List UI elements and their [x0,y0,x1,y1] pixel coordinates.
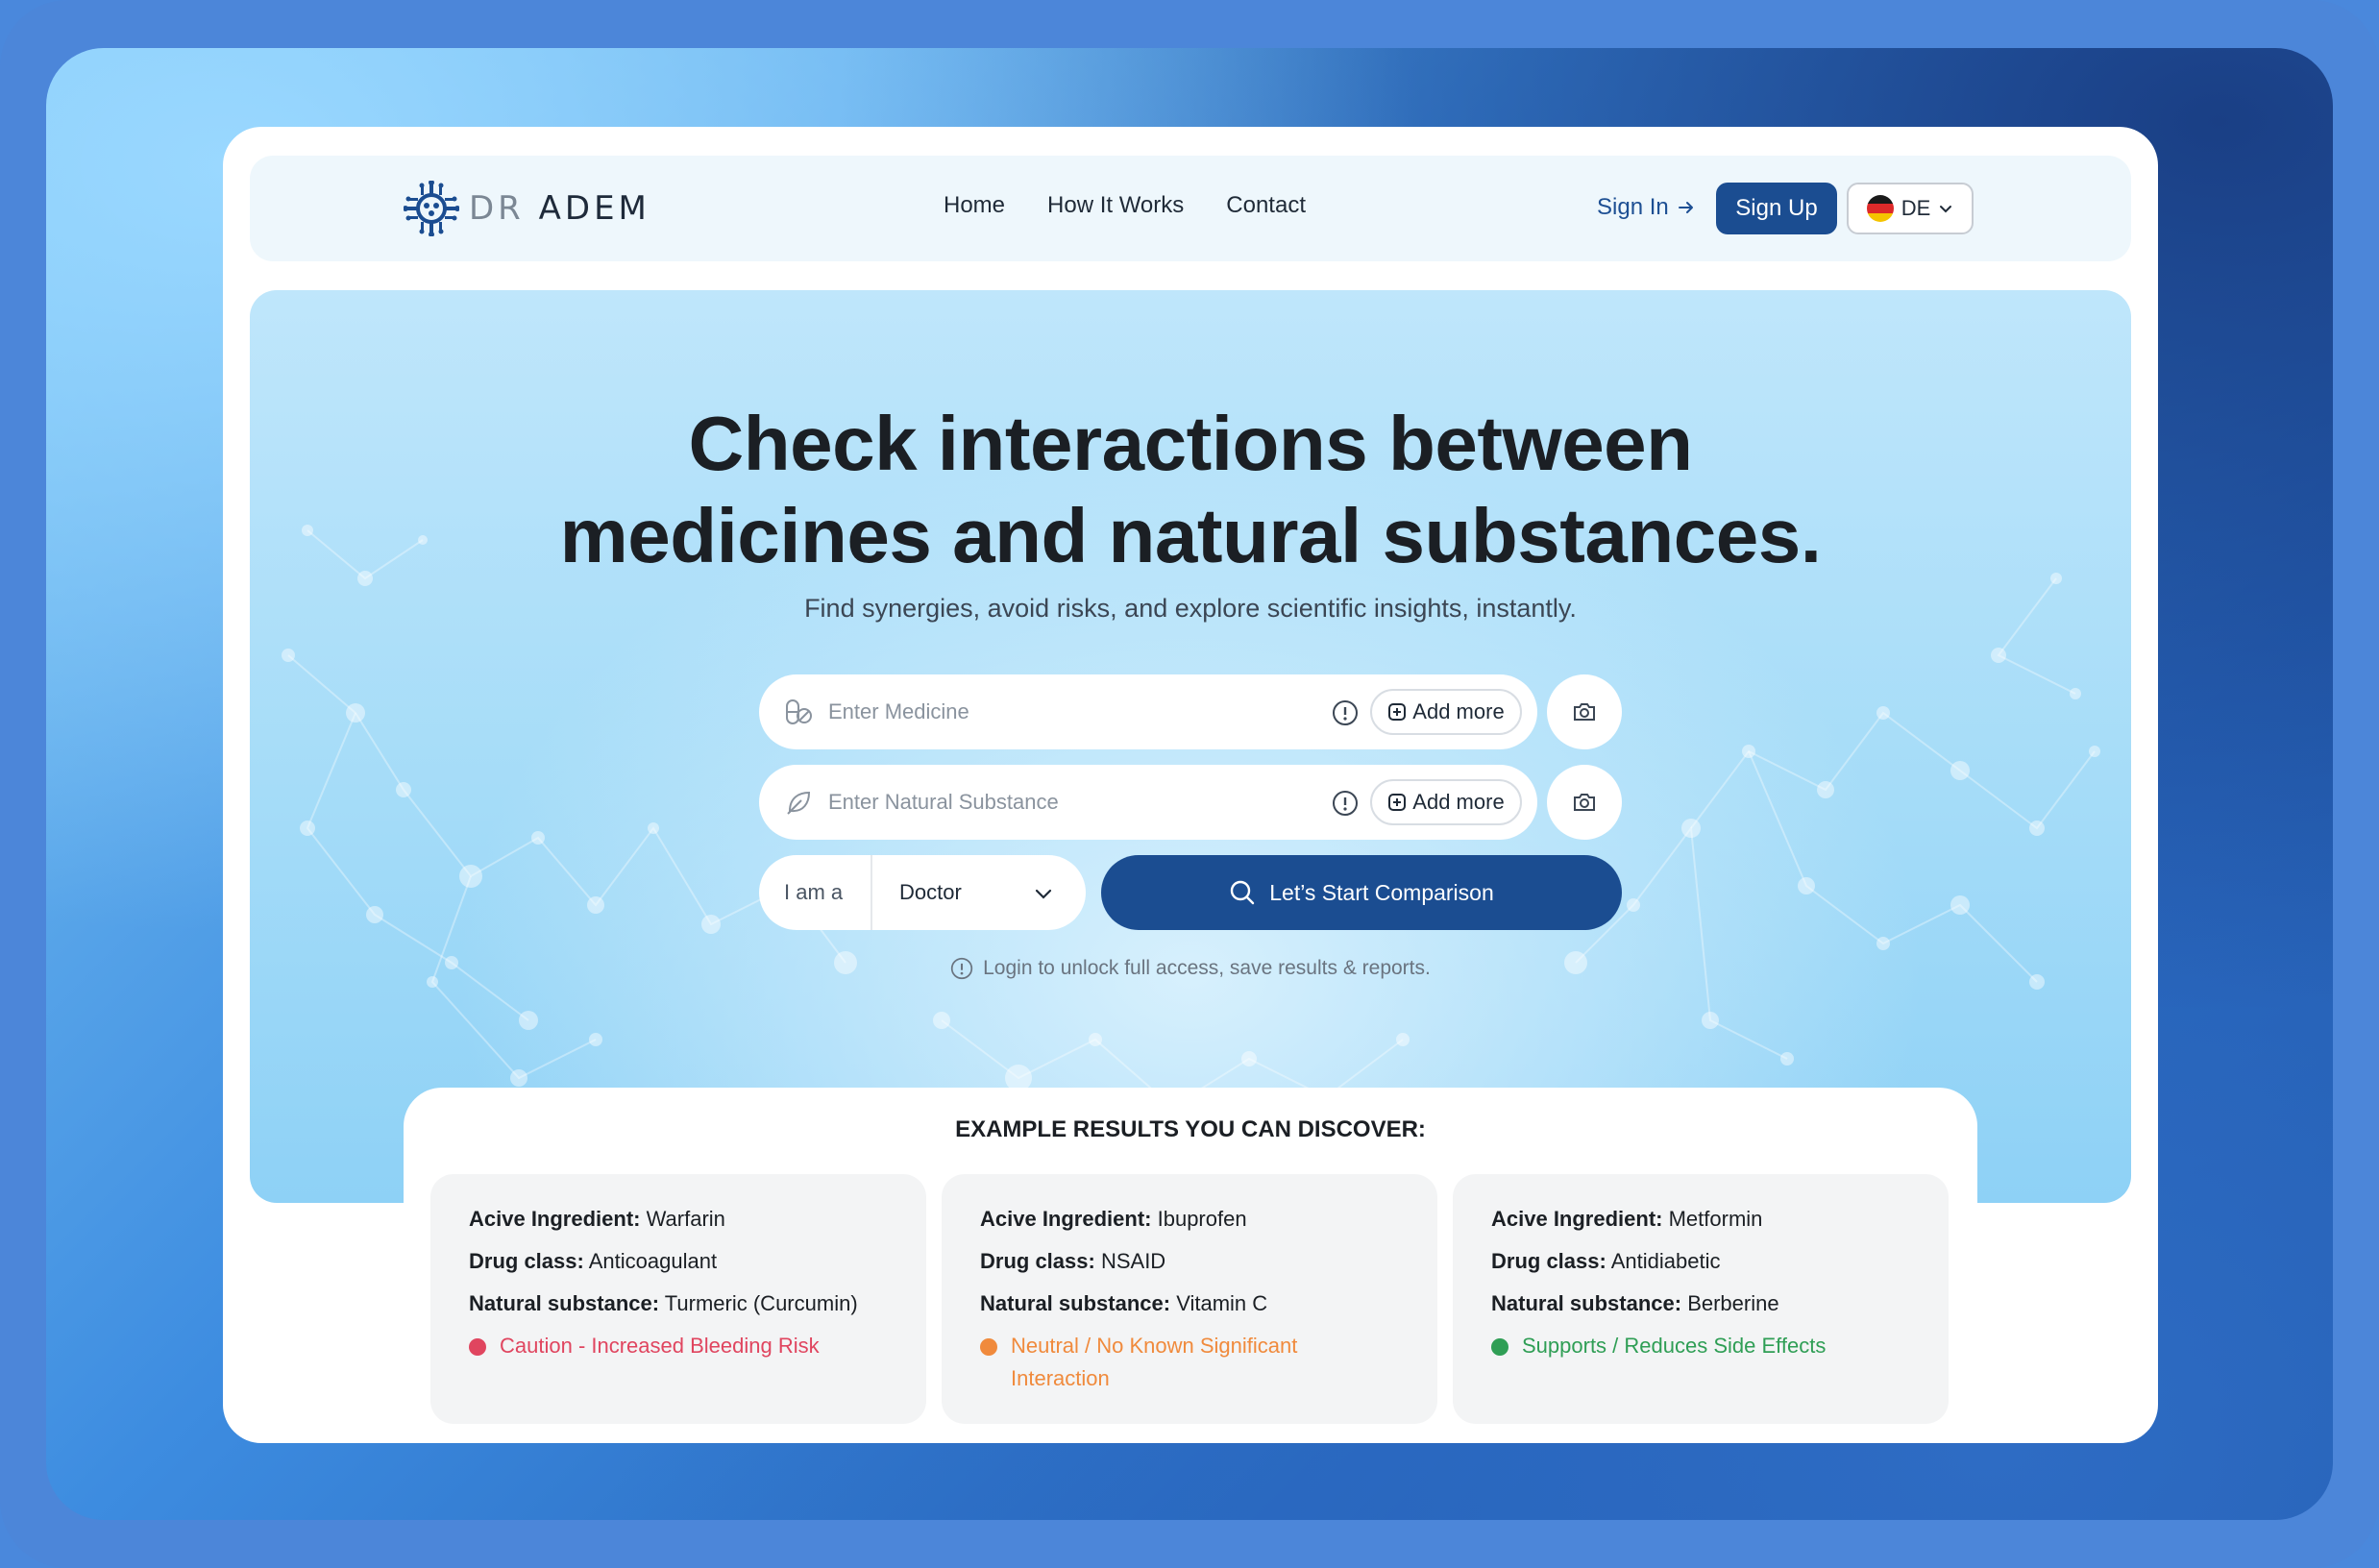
nav-how-it-works[interactable]: How It Works [1047,192,1184,219]
start-button-label: Let’s Start Comparison [1269,879,1494,905]
status-dot-icon [980,1338,997,1356]
browser-page: DR ADEM Home How It Works Contact Sign I… [223,127,2158,1443]
german-flag-icon [1866,195,1894,222]
nav-links: Home How It Works Contact [944,192,1306,219]
nav-contact[interactable]: Contact [1226,192,1306,219]
substance-placeholder: Enter Natural Substance [828,790,1059,814]
example-card: Acive Ingredient: Metformin Drug class: … [1453,1174,1949,1424]
info-icon[interactable] [1332,699,1359,726]
plus-square-icon [1388,794,1407,811]
search-icon [1231,880,1255,905]
add-more-label: Add more [1412,699,1505,723]
card-status: Caution - Increased Bleeding Risk [469,1330,820,1362]
role-divider [871,855,872,930]
camera-icon [1574,703,1595,721]
add-more-label: Add more [1412,790,1505,814]
card-ingredient: Acive Ingredient: Metformin [1491,1207,1763,1231]
card-ingredient: Acive Ingredient: Warfarin [469,1207,725,1231]
hero-headline: Check interactions between medicines and… [250,398,2131,582]
info-icon [950,957,973,980]
card-status: Neutral / No Known Significant Interacti… [980,1330,1345,1395]
sign-up-button[interactable]: Sign Up [1716,183,1837,234]
status-text: Neutral / No Known Significant Interacti… [1011,1334,1298,1390]
card-status: Supports / Reduces Side Effects [1491,1330,1826,1362]
language-select[interactable]: DE [1847,183,1974,234]
medicine-placeholder: Enter Medicine [828,699,969,723]
start-comparison-button[interactable]: Let’s Start Comparison [1101,855,1622,930]
headline-line-1: Check interactions between [688,401,1693,486]
pill-icon [786,699,812,724]
language-value: DE [1901,196,1931,220]
add-more-substance-button[interactable]: Add more [1370,779,1522,825]
login-note: Login to unlock full access, save result… [250,957,2131,980]
card-drug-class: Drug class: NSAID [980,1249,1166,1273]
role-value: Doctor [899,880,962,904]
hero-subline: Find synergies, avoid risks, and explore… [804,594,1577,623]
role-select[interactable]: I am a Doctor [759,855,1086,930]
login-note-text: Login to unlock full access, save result… [983,957,1431,979]
example-results-section: EXAMPLE RESULTS YOU CAN DISCOVER: Acive … [404,1088,1977,1443]
camera-icon [1574,794,1595,811]
top-nav: DR ADEM Home How It Works Contact Sign I… [250,156,2131,261]
camera-scan-substance-button[interactable] [1547,765,1622,840]
add-more-medicine-button[interactable]: Add more [1370,689,1522,735]
status-dot-icon [469,1338,486,1356]
example-card: Acive Ingredient: Ibuprofen Drug class: … [942,1174,1437,1424]
headline-line-2: medicines and natural substances. [559,493,1822,578]
card-drug-class: Drug class: Anticoagulant [469,1249,718,1273]
status-text: Supports / Reduces Side Effects [1522,1334,1827,1358]
example-card: Acive Ingredient: Warfarin Drug class: A… [430,1174,926,1424]
card-drug-class: Drug class: Antidiabetic [1491,1249,1721,1273]
logo[interactable]: DR ADEM [404,181,650,236]
card-natural-substance: Natural substance: Vitamin C [980,1291,1268,1315]
logo-icon [404,181,459,236]
card-natural-substance: Natural substance: Turmeric (Curcumin) [469,1291,858,1315]
status-dot-icon [1491,1338,1508,1356]
hero-section: Check interactions between medicines and… [250,290,2131,1203]
arrow-right-icon [1678,202,1693,213]
logo-text: DR ADEM [469,189,650,228]
card-natural-substance: Natural substance: Berberine [1491,1291,1779,1315]
camera-scan-medicine-button[interactable] [1547,674,1622,749]
status-text: Caution - Increased Bleeding Risk [500,1334,820,1358]
card-ingredient: Acive Ingredient: Ibuprofen [980,1207,1247,1231]
leaf-icon [787,791,811,815]
chevron-down-icon [1940,206,1952,213]
role-label: I am a [784,880,844,904]
chevron-down-icon [1035,889,1052,899]
examples-title: EXAMPLE RESULTS YOU CAN DISCOVER: [955,1116,1426,1142]
sign-in-link[interactable]: Sign In [1597,194,1696,221]
plus-square-icon [1388,703,1407,721]
natural-substance-input[interactable]: Enter Natural Substance Add more [759,765,1537,840]
medicine-input[interactable]: Enter Medicine Add more [759,674,1537,749]
sign-in-label: Sign In [1597,194,1669,220]
nav-home[interactable]: Home [944,192,1005,219]
info-icon[interactable] [1332,790,1359,817]
